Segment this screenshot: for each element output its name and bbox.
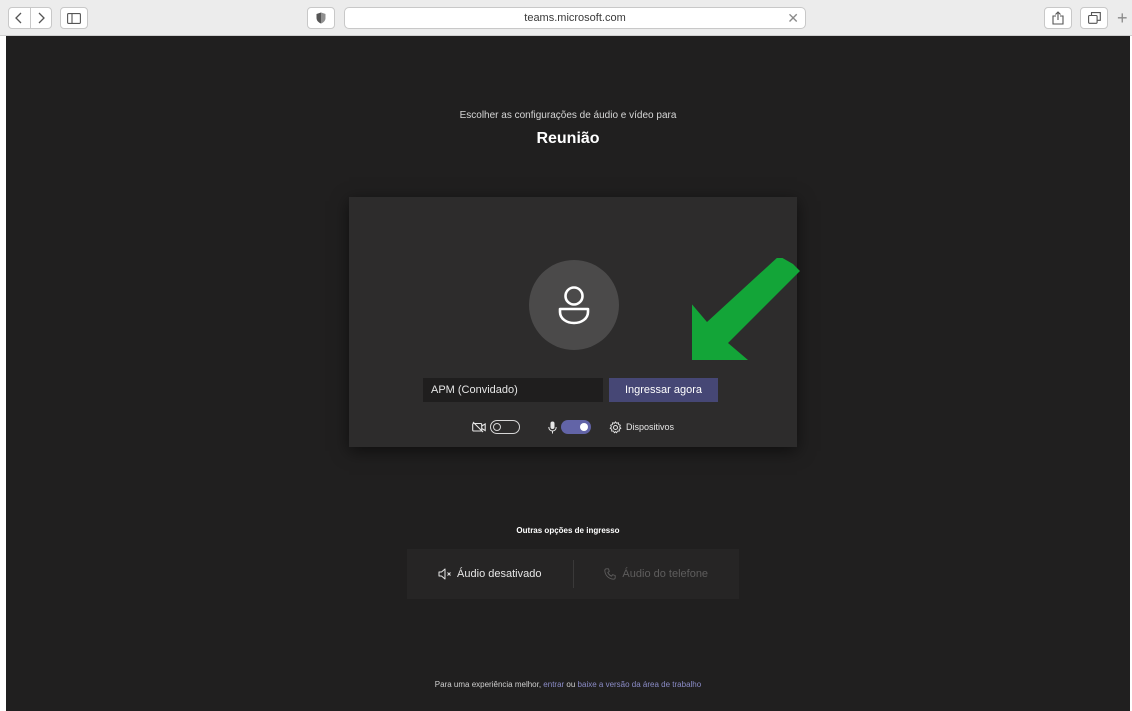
browser-toolbar: teams.microsoft.com ✕ + (0, 0, 1132, 36)
download-desktop-link[interactable]: baixe a versão da área de trabalho (578, 680, 702, 689)
new-tab-button[interactable]: + (1117, 9, 1128, 27)
tabs-icon (1087, 12, 1101, 24)
privacy-button[interactable] (307, 7, 335, 29)
close-icon[interactable]: ✕ (787, 10, 799, 27)
footer-text: Para uma experiência melhor, entrar ou b… (6, 680, 1130, 689)
teams-prejoin-page: Escolher as configurações de áudio e víd… (6, 36, 1130, 711)
media-controls: Dispositivos (349, 417, 797, 437)
navigation-buttons (8, 7, 52, 29)
annotation-arrow-icon (692, 258, 800, 360)
phone-audio-label: Áudio do telefone (622, 568, 709, 580)
devices-button[interactable]: Dispositivos (609, 420, 674, 434)
microphone-icon (548, 421, 557, 433)
other-join-options-title: Outras opções de ingresso (516, 526, 620, 535)
tabs-overview-button[interactable] (1080, 7, 1108, 29)
person-icon (558, 286, 590, 325)
chevron-right-icon (38, 12, 45, 24)
join-now-button[interactable]: Ingressar agora (609, 378, 718, 402)
share-icon (1052, 11, 1064, 25)
back-button[interactable] (9, 8, 30, 28)
phone-audio-option[interactable]: Áudio do telefone (574, 568, 740, 580)
microphone-control (548, 420, 591, 434)
other-join-options: Áudio desativado Áudio do telefone (407, 549, 739, 599)
meeting-title: Reunião (536, 130, 600, 147)
phone-icon (604, 568, 617, 580)
footer-middle: ou (564, 680, 578, 689)
forward-button[interactable] (29, 8, 51, 28)
sidebar-icon (67, 12, 81, 24)
address-bar[interactable]: teams.microsoft.com ✕ (344, 7, 806, 29)
audio-off-label: Áudio desativado (457, 568, 542, 580)
signin-link[interactable]: entrar (543, 680, 564, 689)
devices-label: Dispositivos (625, 422, 674, 432)
guest-name-input[interactable]: APM (Convidado) (423, 378, 603, 402)
camera-control (472, 420, 520, 434)
shield-icon (316, 12, 326, 24)
url-text: teams.microsoft.com (524, 12, 626, 24)
settings-subtitle: Escolher as configurações de áudio e víd… (459, 110, 677, 121)
audio-off-option[interactable]: Áudio desativado (407, 568, 573, 580)
avatar (529, 260, 619, 350)
share-button[interactable] (1044, 7, 1072, 29)
camera-off-icon (472, 421, 486, 433)
sidebar-button[interactable] (60, 7, 88, 29)
speaker-muted-icon (438, 568, 451, 580)
chevron-left-icon (15, 12, 22, 24)
gear-icon (609, 420, 622, 433)
microphone-toggle[interactable] (560, 420, 591, 434)
camera-toggle[interactable] (489, 420, 520, 434)
footer-prefix: Para uma experiência melhor, (434, 680, 544, 689)
